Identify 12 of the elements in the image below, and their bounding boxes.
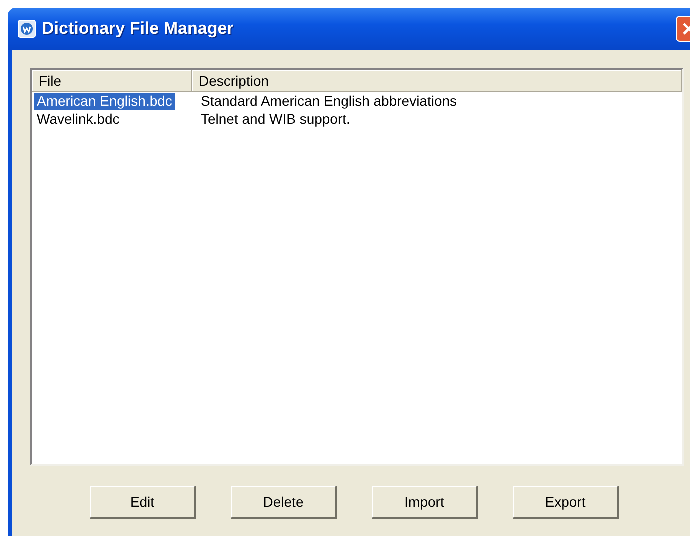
dialog-button[interactable]: Import [372, 486, 478, 519]
file-name[interactable]: Wavelink.bdc [34, 110, 123, 128]
window-title: Dictionary File Manager [42, 19, 234, 39]
file-description: Telnet and WIB support. [200, 110, 352, 128]
file-description: Standard American English abbreviations [200, 92, 458, 110]
dialog-button[interactable]: Edit [90, 486, 196, 519]
column-header[interactable]: Description [192, 70, 682, 92]
dialog-button[interactable]: Export [513, 486, 619, 519]
column-header[interactable]: File [32, 70, 192, 92]
app-icon [18, 20, 36, 38]
dialog-button[interactable]: Delete [231, 486, 337, 519]
file-name[interactable]: American English.bdc [34, 92, 176, 110]
